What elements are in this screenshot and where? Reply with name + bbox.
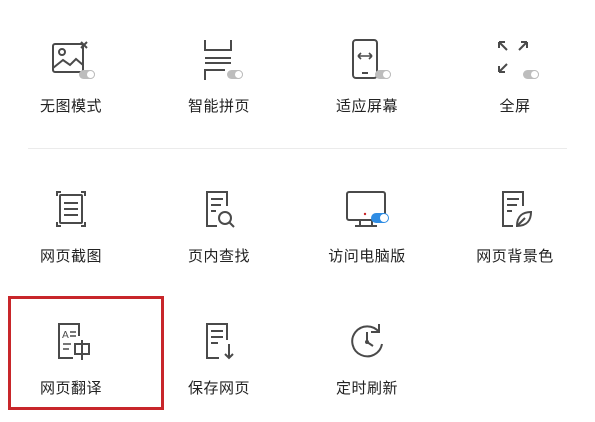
save-page-label: 保存网页 xyxy=(187,379,250,397)
screenshot-icon xyxy=(43,182,99,238)
screenshot-button[interactable]: 网页截图 xyxy=(0,170,142,280)
smart-page-join-label: 智能拼页 xyxy=(187,97,250,115)
fit-screen-icon xyxy=(339,32,395,88)
translate-page-icon: A xyxy=(43,314,99,370)
fit-screen-button[interactable]: 适应屏幕 xyxy=(296,20,438,130)
svg-text:A: A xyxy=(62,330,69,341)
translate-page-button[interactable]: A 网页翻译 xyxy=(0,302,142,412)
page-background-icon xyxy=(487,182,543,238)
no-image-mode-icon xyxy=(43,32,99,88)
desktop-version-icon xyxy=(339,182,395,238)
fullscreen-label: 全屏 xyxy=(499,97,531,115)
page-background-label: 网页背景色 xyxy=(476,247,554,265)
no-image-mode-button[interactable]: 无图模式 xyxy=(0,20,142,130)
timed-refresh-icon xyxy=(339,314,395,370)
fullscreen-button[interactable]: 全屏 xyxy=(444,20,586,130)
fullscreen-icon xyxy=(487,32,543,88)
screenshot-label: 网页截图 xyxy=(39,247,102,265)
menu-row-2: 网页截图 页内查找 访问电脑版 网页背景色 xyxy=(0,170,595,280)
menu-row-1: 无图模式 智能拼页 适应屏幕 全屏 xyxy=(0,20,595,130)
save-page-icon xyxy=(191,314,247,370)
translate-page-label: 网页翻译 xyxy=(39,379,102,397)
fit-screen-label: 适应屏幕 xyxy=(335,97,398,115)
find-in-page-icon xyxy=(191,182,247,238)
find-in-page-button[interactable]: 页内查找 xyxy=(148,170,290,280)
section-divider xyxy=(28,148,567,149)
smart-page-join-button[interactable]: 智能拼页 xyxy=(148,20,290,130)
no-image-mode-label: 无图模式 xyxy=(39,97,102,115)
save-page-button[interactable]: 保存网页 xyxy=(148,302,290,412)
timed-refresh-label: 定时刷新 xyxy=(335,379,398,397)
menu-row-3: A 网页翻译 保存网页 定时刷新 xyxy=(0,302,595,412)
desktop-version-label: 访问电脑版 xyxy=(328,247,406,265)
smart-page-join-icon xyxy=(191,32,247,88)
desktop-version-button[interactable]: 访问电脑版 xyxy=(296,170,438,280)
find-in-page-label: 页内查找 xyxy=(187,247,250,265)
timed-refresh-button[interactable]: 定时刷新 xyxy=(296,302,438,412)
page-background-button[interactable]: 网页背景色 xyxy=(444,170,586,280)
